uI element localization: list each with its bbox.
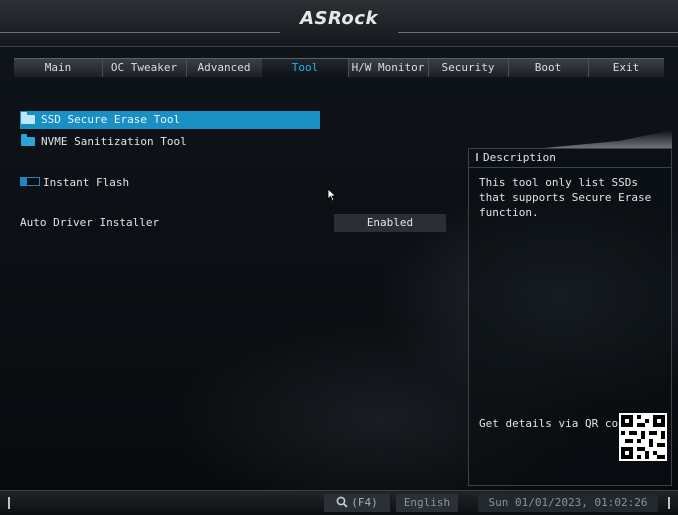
tab-security[interactable]: Security <box>428 59 509 77</box>
qr-code-icon <box>619 413 667 461</box>
header-divider <box>0 32 280 33</box>
menu-item-instant-flash[interactable]: Instant Flash <box>20 174 129 192</box>
info-icon <box>476 153 478 161</box>
tab-main[interactable]: Main <box>14 59 103 77</box>
search-icon <box>336 496 348 508</box>
description-title: Description <box>483 151 556 164</box>
mouse-cursor-icon <box>327 188 337 202</box>
footer-edge <box>8 497 10 509</box>
menu-item-label: Instant Flash <box>43 176 130 189</box>
tab-oc-tweaker[interactable]: OC Tweaker <box>102 59 187 77</box>
qr-label: Get details via QR code <box>479 417 632 430</box>
menu-item-label: NVME Sanitization Tool <box>41 135 187 148</box>
instant-flash-icon <box>20 177 40 186</box>
datetime-display: Sun 01/01/2023, 01:02:26 <box>478 494 658 512</box>
auto-driver-installer-value[interactable]: Enabled <box>334 214 446 232</box>
setting-label: Auto Driver Installer <box>20 216 160 229</box>
brand-logo: ASRock <box>300 8 378 29</box>
search-shortcut: (F4) <box>351 496 378 509</box>
tab-exit[interactable]: Exit <box>588 59 664 77</box>
menu-item-nvme-sanitization[interactable]: NVME Sanitization Tool <box>20 133 187 151</box>
tab-boot[interactable]: Boot <box>508 59 589 77</box>
tab-bar: Main OC Tweaker Advanced Tool H/W Monito… <box>14 58 664 77</box>
footer-edge <box>668 497 670 509</box>
header-divider <box>398 32 678 33</box>
description-header: Description <box>469 149 671 168</box>
language-button[interactable]: English <box>396 494 458 512</box>
tab-tool[interactable]: Tool <box>262 59 349 77</box>
folder-icon <box>21 134 35 146</box>
setting-auto-driver-installer[interactable]: Auto Driver Installer <box>20 214 159 232</box>
tab-advanced[interactable]: Advanced <box>186 59 263 77</box>
menu-item-ssd-secure-erase[interactable]: SSD Secure Erase Tool <box>20 111 320 129</box>
search-button[interactable]: (F4) <box>324 494 390 512</box>
menu-item-label: SSD Secure Erase Tool <box>41 113 181 126</box>
footer-bar: (F4) English Sun 01/01/2023, 01:02:26 <box>0 490 678 515</box>
folder-icon <box>21 112 35 124</box>
header-bar: ASRock <box>0 0 678 47</box>
description-panel: Description This tool only list SSDs tha… <box>468 148 672 486</box>
tab-hw-monitor[interactable]: H/W Monitor <box>348 59 429 77</box>
description-text: This tool only list SSDs that supports S… <box>479 176 652 219</box>
